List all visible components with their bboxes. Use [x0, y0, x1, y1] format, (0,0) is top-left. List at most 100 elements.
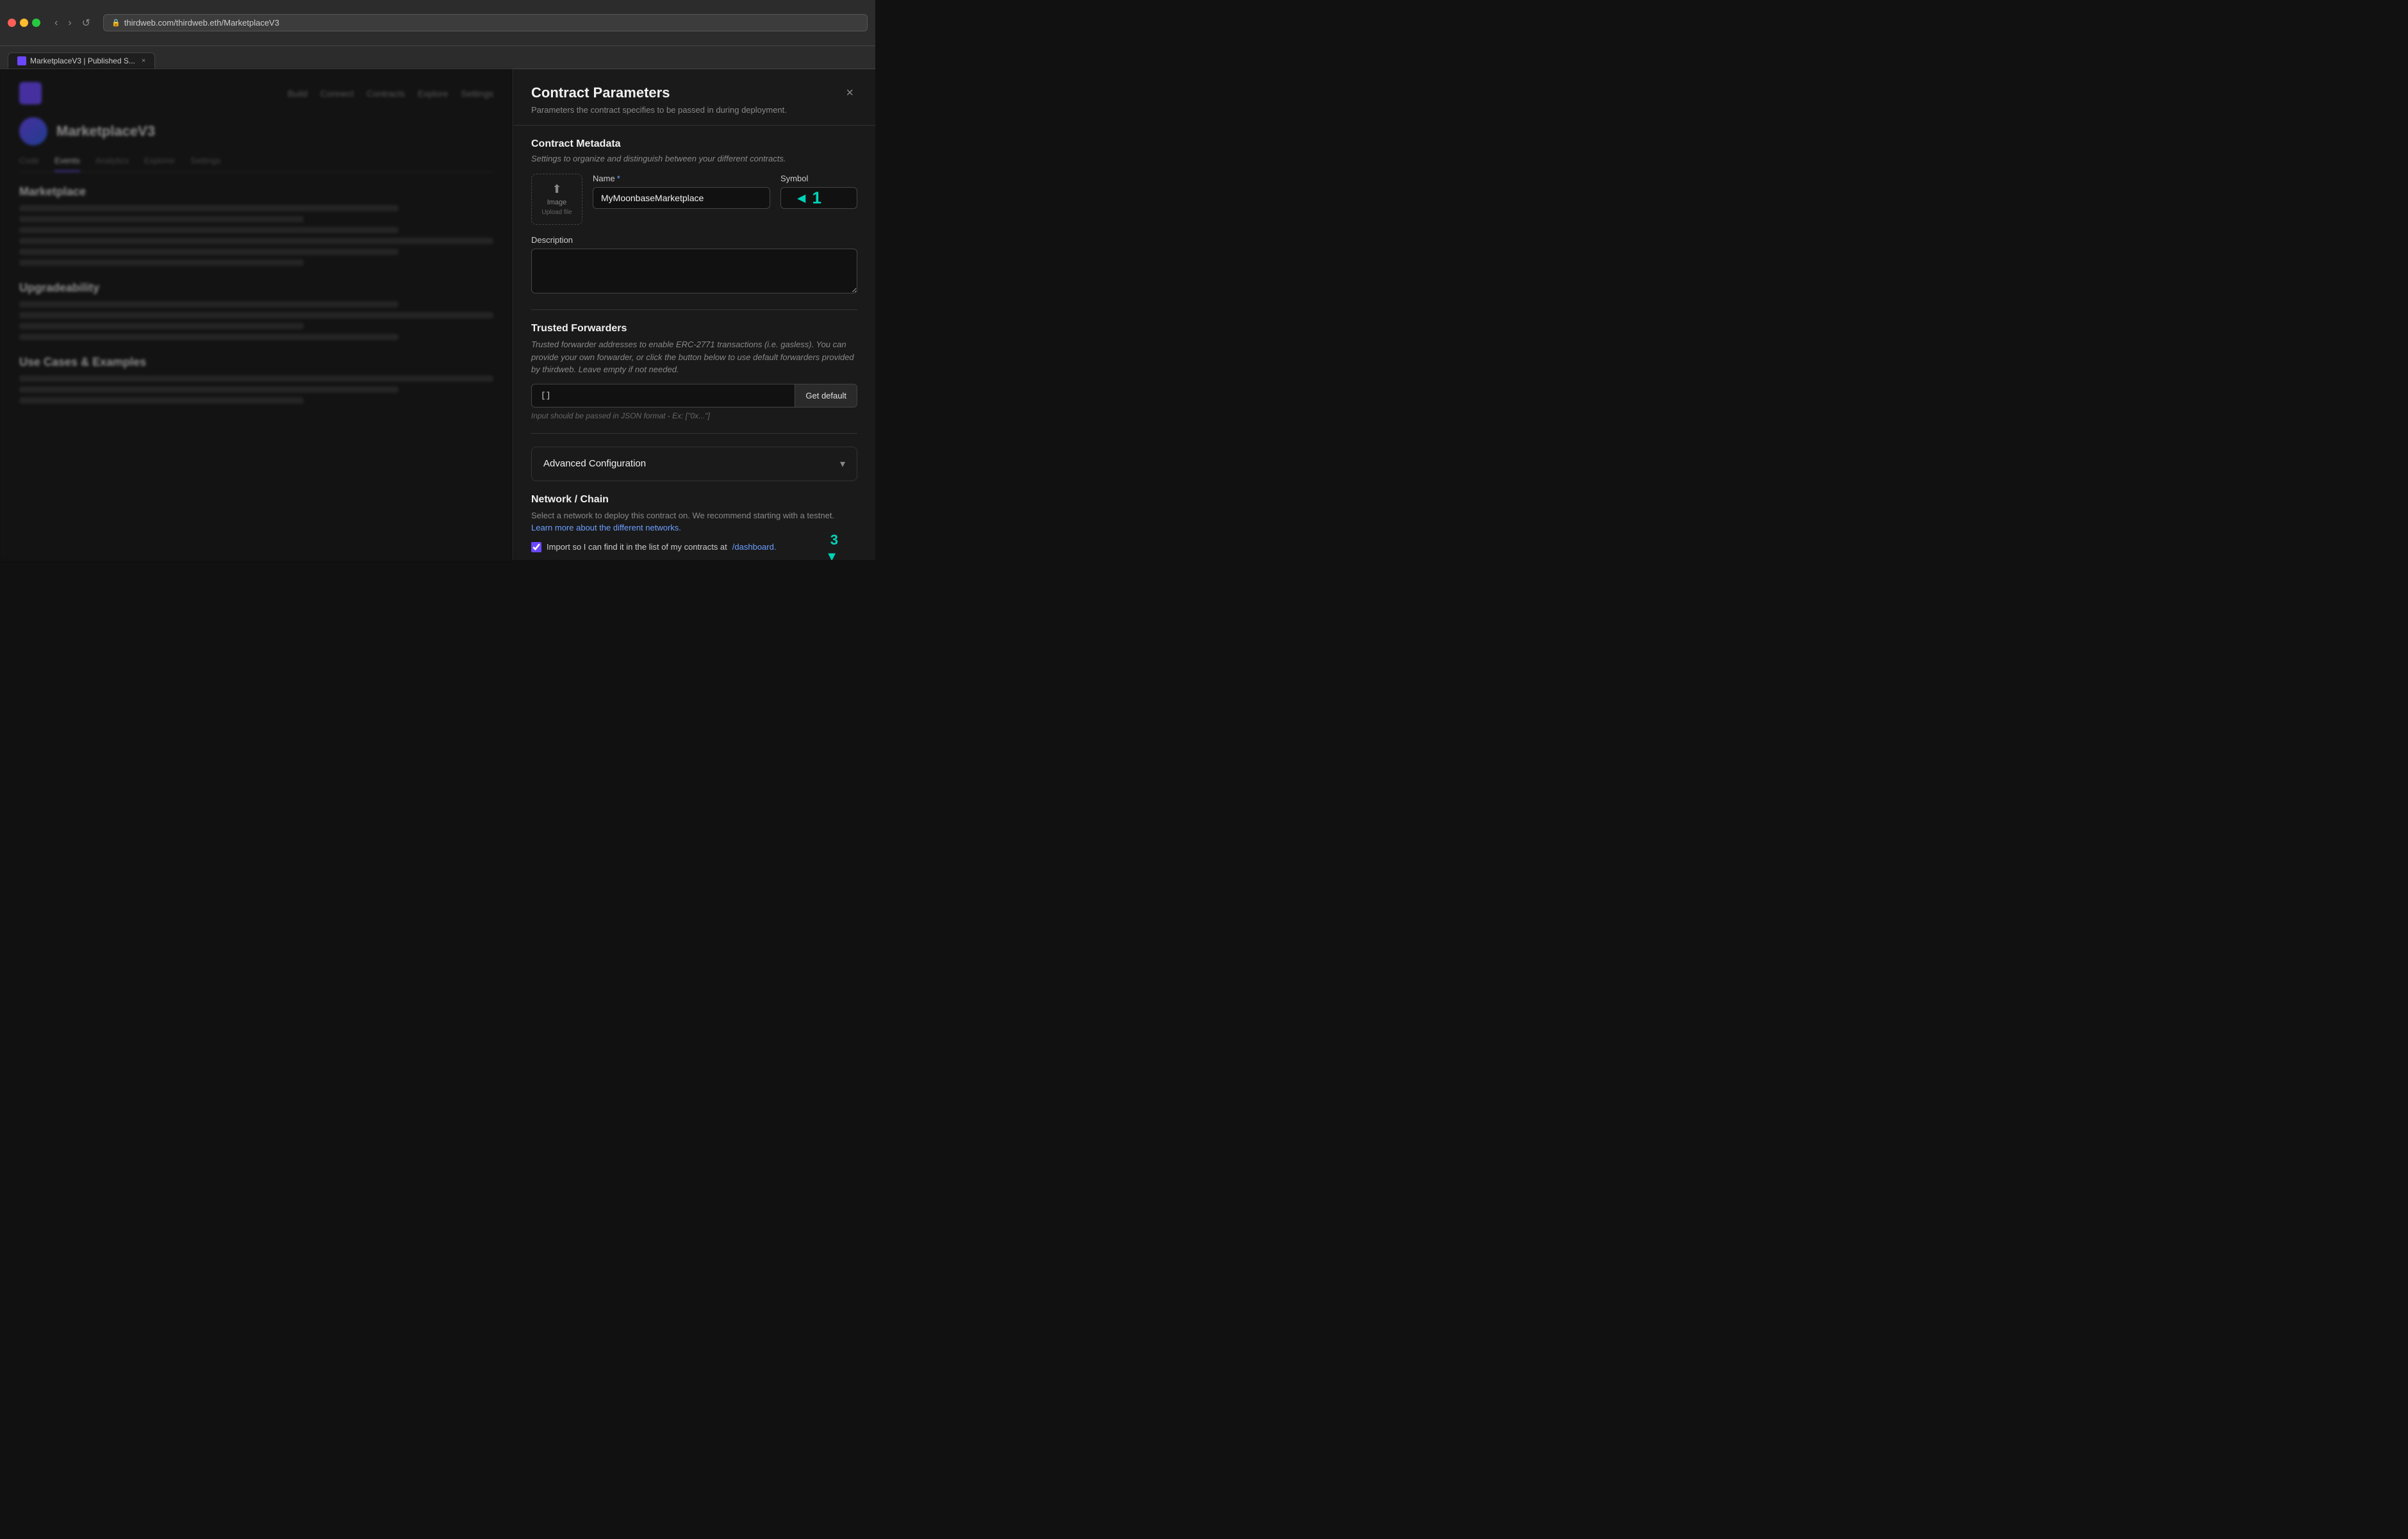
annotation-3-group: 3 ▼	[825, 532, 838, 561]
advanced-config-title: Advanced Configuration	[543, 458, 646, 469]
json-hint: Input should be passed in JSON format - …	[531, 411, 857, 420]
blur-line-2	[19, 216, 304, 222]
tab-events: Events	[54, 156, 80, 172]
panel-title-area: Contract Parameters Parameters the contr…	[531, 85, 787, 115]
maximize-window-button[interactable]	[32, 19, 40, 27]
favicon	[17, 56, 26, 65]
app-logo	[19, 82, 42, 104]
blur-line-7	[19, 301, 399, 308]
name-field-container: Name * ◄ 1	[593, 174, 770, 209]
main-nav: Build Connect Contracts Explore Settings	[288, 88, 493, 99]
close-panel-button[interactable]: ×	[842, 85, 857, 102]
metadata-section-title: Contract Metadata	[531, 138, 857, 150]
browser-chrome: ‹ › ↺ 🔒 thirdweb.com/thirdweb.eth/Market…	[0, 0, 875, 46]
forwarders-input-row: Get default	[531, 384, 857, 407]
blur-line-4	[19, 238, 493, 244]
blur-line-11	[19, 375, 493, 382]
annotation-1-arrow: ◄ 1	[795, 188, 821, 208]
section-divider-1	[531, 309, 857, 310]
arrow-left-icon: ◄	[795, 190, 809, 206]
upgradeability-section: Upgradeability	[19, 281, 493, 340]
arrow-down-icon: ▼	[825, 550, 838, 561]
symbol-field-label: Symbol	[780, 174, 857, 183]
trusted-forwarders-section: Trusted Forwarders Trusted forwarder add…	[531, 323, 857, 420]
get-default-button[interactable]: Get default	[795, 384, 857, 407]
blur-line-8	[19, 312, 493, 318]
network-section: Network / Chain Select a network to depl…	[531, 494, 857, 561]
import-checkbox[interactable]	[531, 542, 541, 552]
url-text: thirdweb.com/thirdweb.eth/MarketplaceV3	[124, 18, 279, 28]
image-label: Image	[547, 199, 567, 206]
tab-explorer: Explorer	[144, 156, 175, 172]
blur-line-12	[19, 386, 399, 393]
address-bar[interactable]: 🔒 thirdweb.com/thirdweb.eth/MarketplaceV…	[103, 14, 868, 31]
description-label: Description	[531, 235, 857, 245]
close-window-button[interactable]	[8, 19, 16, 27]
nav-item-contracts: Contracts	[367, 88, 405, 99]
browser-tab[interactable]: MarketplaceV3 | Published S... ×	[8, 53, 155, 69]
blur-line-10	[19, 334, 399, 340]
panel-body: Contract Metadata Settings to organize a…	[513, 126, 875, 560]
section-divider-2	[531, 433, 857, 434]
forwarders-input[interactable]	[532, 384, 795, 407]
upload-file-label: Upload file	[541, 209, 572, 216]
contract-icon	[19, 117, 47, 145]
nav-item-build: Build	[288, 88, 308, 99]
nav-item-settings: Settings	[461, 88, 493, 99]
blur-line-13	[19, 397, 304, 404]
left-header: Build Connect Contracts Explore Settings	[19, 82, 493, 104]
dashboard-link[interactable]: /dashboard.	[732, 542, 777, 552]
tab-title: MarketplaceV3 | Published S...	[30, 56, 135, 65]
reload-button[interactable]: ↺	[78, 14, 94, 32]
name-input[interactable]	[593, 187, 770, 209]
use-cases-section: Use Cases & Examples	[19, 356, 493, 404]
annotation-1-number: 1	[812, 188, 821, 208]
import-label: Import so I can find it in the list of m…	[547, 542, 727, 552]
nav-buttons: ‹ › ↺	[51, 14, 94, 32]
name-input-wrapper: ◄ 1	[593, 187, 770, 209]
nav-item-explore: Explore	[418, 88, 448, 99]
advanced-config-section[interactable]: Advanced Configuration ▾	[531, 447, 857, 481]
learn-more-link[interactable]: Learn more about the different networks.	[531, 523, 681, 532]
annotation-3-number: 3	[830, 532, 838, 548]
left-content-panel: Build Connect Contracts Explore Settings…	[0, 69, 513, 560]
chevron-down-icon: ▾	[840, 457, 845, 470]
lock-icon: 🔒	[111, 19, 120, 27]
blur-line-3	[19, 227, 399, 233]
tab-code: Code	[19, 156, 39, 172]
upgradeability-heading: Upgradeability	[19, 281, 493, 295]
import-checkbox-row: Import so I can find it in the list of m…	[531, 542, 857, 552]
close-tab-button[interactable]: ×	[142, 57, 145, 65]
blur-line-1	[19, 205, 399, 211]
back-button[interactable]: ‹	[51, 14, 62, 32]
traffic-lights	[8, 19, 40, 27]
required-indicator: *	[617, 174, 620, 183]
forward-button[interactable]: ›	[64, 14, 75, 32]
network-chain-title: Network / Chain	[531, 494, 857, 506]
tab-bar: MarketplaceV3 | Published S... ×	[0, 46, 875, 69]
upload-icon: ⬆	[552, 183, 561, 196]
name-field-label: Name *	[593, 174, 770, 183]
marketplace-section: Marketplace	[19, 185, 493, 266]
blur-line-9	[19, 323, 304, 329]
contract-title: MarketplaceV3	[56, 123, 155, 140]
panel-subtitle: Parameters the contract specifies to be …	[531, 105, 787, 115]
minimize-window-button[interactable]	[20, 19, 28, 27]
description-container: Description	[531, 235, 857, 297]
tab-analytics: Analytics	[95, 156, 129, 172]
contract-header: MarketplaceV3	[19, 117, 493, 145]
description-input[interactable]	[531, 249, 857, 293]
panel-title: Contract Parameters	[531, 85, 787, 101]
page-container: Build Connect Contracts Explore Settings…	[0, 69, 875, 560]
forwarders-title: Trusted Forwarders	[531, 323, 857, 334]
marketplace-heading: Marketplace	[19, 185, 493, 199]
forwarders-desc: Trusted forwarder addresses to enable ER…	[531, 338, 857, 376]
blur-line-6	[19, 259, 304, 266]
panel-header: Contract Parameters Parameters the contr…	[513, 69, 875, 126]
image-upload-area[interactable]: ⬆ Image Upload file	[531, 174, 582, 225]
metadata-section-desc: Settings to organize and distinguish bet…	[531, 154, 857, 163]
tab-settings-page: Settings	[190, 156, 220, 172]
metadata-grid: ⬆ Image Upload file Name * ◄ 1	[531, 174, 857, 225]
blur-line-5	[19, 249, 399, 255]
use-cases-heading: Use Cases & Examples	[19, 356, 493, 369]
